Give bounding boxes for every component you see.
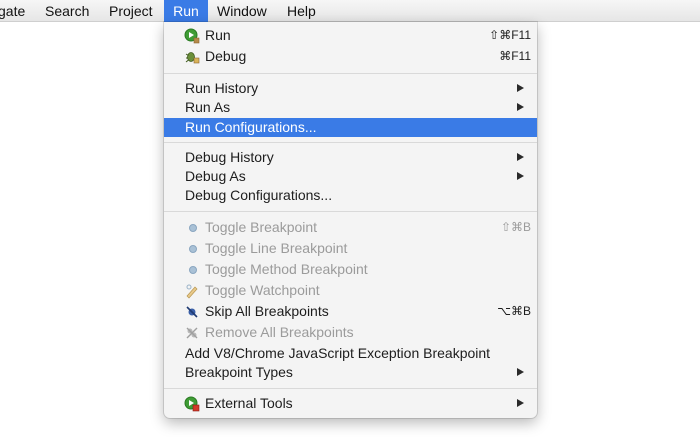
menu-item-run-configurations[interactable]: Run Configurations... — [164, 118, 537, 137]
menu-item-label: External Tools — [205, 395, 293, 411]
menu-item-run-as[interactable]: Run As — [164, 98, 537, 117]
menu-item-add-v8-exception-breakpoint[interactable]: Add V8/Chrome JavaScript Exception Break… — [164, 344, 537, 363]
menu-item-run-history[interactable]: Run History — [164, 79, 537, 98]
menu-search[interactable]: Search — [45, 0, 89, 22]
external-tools-icon — [184, 396, 200, 412]
menu-item-label: Toggle Breakpoint — [205, 219, 318, 235]
menu-item-label: Toggle Method Breakpoint — [205, 261, 368, 277]
menu-item-label: Toggle Watchpoint — [205, 282, 320, 298]
menu-separator — [164, 142, 537, 143]
menu-item-label: Toggle Line Breakpoint — [205, 240, 348, 256]
remove-breakpoints-icon — [186, 327, 198, 339]
shortcut-label: ⌘F11 — [499, 49, 531, 63]
submenu-arrow-icon — [517, 368, 524, 376]
menu-item-debug-configurations[interactable]: Debug Configurations... — [164, 186, 537, 205]
menu-item-label: Remove All Breakpoints — [205, 324, 354, 340]
breakpoint-dot-icon — [189, 266, 197, 274]
menu-item-label: Run Configurations... — [185, 119, 317, 135]
run-menu-dropdown: Run ⇧⌘F11 Debug ⌘F11 Run History Run As … — [164, 22, 537, 418]
menu-item-label: Skip All Breakpoints — [205, 303, 329, 319]
watchpoint-icon — [186, 284, 198, 299]
menu-item-label: Debug History — [185, 149, 274, 165]
breakpoint-dot-icon — [189, 224, 197, 232]
shortcut-label: ⌥⌘B — [497, 304, 531, 318]
submenu-arrow-icon — [517, 153, 524, 161]
menu-window[interactable]: Window — [217, 0, 267, 22]
menu-item-label: Run — [205, 27, 231, 43]
shortcut-label: ⇧⌘B — [500, 220, 531, 234]
menu-bar: gate Search Project Run Window Help — [0, 0, 700, 22]
menu-item-label: Add V8/Chrome JavaScript Exception Break… — [185, 345, 491, 361]
menu-navigate[interactable]: gate — [0, 0, 25, 22]
menu-item-run[interactable]: Run ⇧⌘F11 — [164, 26, 537, 45]
menu-item-label: Debug — [205, 48, 247, 64]
menu-help[interactable]: Help — [287, 0, 316, 22]
menu-item-label: Run As — [185, 99, 231, 115]
menu-item-remove-all-breakpoints[interactable]: Remove All Breakpoints — [164, 323, 537, 342]
menu-item-external-tools[interactable]: External Tools — [164, 394, 537, 413]
breakpoint-dot-icon — [189, 245, 197, 253]
menu-item-label: Debug Configurations... — [185, 187, 333, 203]
submenu-arrow-icon — [517, 172, 524, 180]
menu-item-label: Debug As — [185, 168, 246, 184]
menu-project[interactable]: Project — [109, 0, 153, 22]
menu-item-debug-history[interactable]: Debug History — [164, 148, 537, 167]
menu-separator — [164, 73, 537, 74]
menu-item-toggle-watchpoint[interactable]: Toggle Watchpoint — [164, 281, 537, 300]
menu-separator — [164, 388, 537, 389]
menu-item-toggle-method-breakpoint[interactable]: Toggle Method Breakpoint — [164, 260, 537, 279]
skip-breakpoints-icon — [186, 306, 198, 318]
debug-icon — [185, 52, 200, 64]
menu-item-label: Breakpoint Types — [185, 364, 293, 380]
submenu-arrow-icon — [517, 103, 524, 111]
shortcut-label: ⇧⌘F11 — [489, 28, 531, 42]
submenu-arrow-icon — [517, 399, 524, 407]
submenu-arrow-icon — [517, 84, 524, 92]
menu-separator — [164, 211, 537, 212]
menu-item-toggle-line-breakpoint[interactable]: Toggle Line Breakpoint — [164, 239, 537, 258]
menu-item-label: Run History — [185, 80, 259, 96]
menu-item-breakpoint-types[interactable]: Breakpoint Types — [164, 363, 537, 382]
menu-item-debug-as[interactable]: Debug As — [164, 167, 537, 186]
menu-item-skip-all-breakpoints[interactable]: Skip All Breakpoints ⌥⌘B — [164, 302, 537, 321]
run-icon — [184, 28, 200, 44]
menu-run[interactable]: Run — [164, 0, 208, 22]
menu-item-toggle-breakpoint[interactable]: Toggle Breakpoint ⇧⌘B — [164, 218, 537, 237]
menu-item-debug[interactable]: Debug ⌘F11 — [164, 47, 537, 66]
